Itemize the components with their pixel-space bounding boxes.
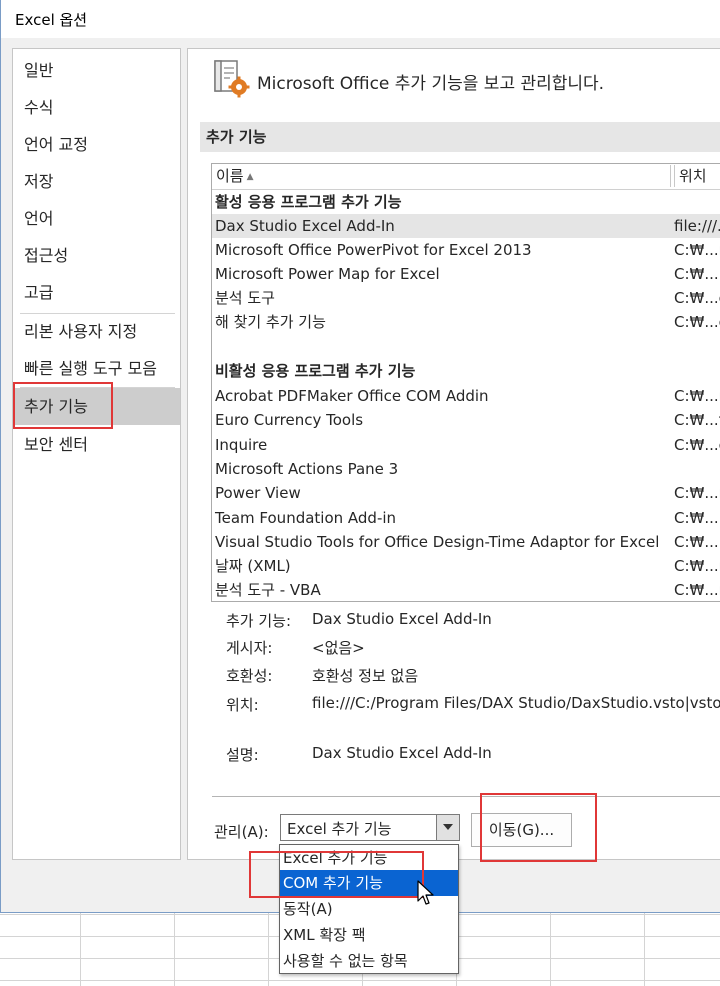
highlight-box-go-button — [480, 793, 597, 862]
detail-addin: 추가 기능: Dax Studio Excel Add-In — [226, 610, 492, 631]
addins-panel: Microsoft Office 추가 기능을 보고 관리합니다. 추가 기능 … — [187, 48, 720, 860]
page-heading: Microsoft Office 추가 기능을 보고 관리합니다. — [257, 74, 605, 94]
row-name: Euro Currency Tools — [215, 411, 364, 429]
table-row[interactable]: Microsoft Power Map for Excel C:₩...Po — [212, 262, 720, 286]
nav-item-save[interactable]: 저장 — [13, 163, 180, 200]
row-name: Visual Studio Tools for Office Design-Ti… — [215, 533, 660, 551]
row-name: 분석 도구 - VBA — [215, 581, 321, 599]
table-row[interactable]: Inquire C:₩...cr — [212, 433, 720, 457]
row-name: Power View — [215, 484, 301, 502]
manage-dropdown[interactable]: Excel 추가 기능 — [280, 814, 460, 841]
dropdown-arrow-button[interactable] — [436, 815, 459, 840]
row-location: C:₩...r — [674, 484, 720, 502]
detail-value: Dax Studio Excel Add-In — [312, 744, 492, 762]
table-row[interactable]: Microsoft Office PowerPivot for Excel 20… — [212, 238, 720, 262]
nav-item-trust-center[interactable]: 보안 센터 — [13, 426, 180, 463]
row-location: C:₩...ro — [674, 581, 720, 599]
detail-value: file:///C:/Program Files/DAX Studio/DaxS… — [312, 694, 720, 712]
row-name: Acrobat PDFMaker Office COM Addin — [215, 387, 489, 405]
group-title: 비활성 응용 프로그램 추가 기능 — [215, 362, 416, 380]
detail-publisher: 게시자: <없음> — [226, 637, 365, 658]
nav-item-customize-ribbon[interactable]: 리본 사용자 지정 — [13, 313, 180, 350]
table-row[interactable]: Power View C:₩...r — [212, 481, 720, 505]
chevron-down-icon — [443, 824, 453, 830]
section-title: 추가 기능 — [200, 122, 720, 152]
row-location: file:///... — [674, 217, 720, 235]
manage-dropdown-value: Excel 추가 기능 — [287, 820, 392, 838]
row-location: C:₩...cr — [674, 436, 720, 454]
detail-label: 위치: — [226, 696, 259, 714]
row-name: Inquire — [215, 436, 268, 454]
row-location: C:₩...e — [674, 313, 720, 331]
detail-description: 설명: Dax Studio Excel Add-In — [226, 744, 492, 765]
row-name: Microsoft Actions Pane 3 — [215, 460, 399, 478]
nav-item-accessibility[interactable]: 접근성 — [13, 237, 180, 274]
title-bar: Excel 옵션 — [1, 0, 720, 38]
addins-gear-icon — [214, 60, 250, 98]
highlight-box-com-option — [249, 851, 424, 898]
nav-item-proofing[interactable]: 언어 교정 — [13, 126, 180, 163]
mouse-pointer-icon — [417, 880, 434, 905]
table-row[interactable]: Acrobat PDFMaker Office COM Addin C:₩...r… — [212, 384, 720, 408]
sort-ascending-icon: ▲ — [246, 172, 254, 182]
row-location: C:₩...m — [674, 557, 720, 575]
table-row[interactable]: 해 찾기 추가 기능 C:₩...e — [212, 310, 720, 334]
dropdown-option-disabled-items[interactable]: 사용할 수 없는 항목 — [280, 948, 458, 974]
group-title: 활성 응용 프로그램 추가 기능 — [215, 193, 402, 211]
row-location: C:₩...e — [674, 289, 720, 307]
row-location: C:₩...t — [674, 411, 720, 429]
addins-list[interactable]: 이름 ▲ 위치 활성 응용 프로그램 추가 기능 Dax Studio Excel… — [211, 163, 720, 602]
detail-label: 설명: — [226, 746, 259, 764]
table-row[interactable]: 날짜 (XML) C:₩...m — [212, 554, 720, 578]
row-name: 날짜 (XML) — [215, 557, 291, 575]
group-header-active: 활성 응용 프로그램 추가 기능 — [212, 190, 720, 214]
nav-item-advanced[interactable]: 고급 — [13, 274, 180, 311]
excel-options-dialog: Excel 옵션 일반 수식 언어 교정 저장 언어 접근성 고급 리본 사용자… — [0, 0, 720, 913]
table-row[interactable]: 분석 도구 C:₩...e — [212, 286, 720, 310]
highlight-box-addins-nav — [13, 382, 113, 429]
row-name: Dax Studio Excel Add-In — [215, 217, 395, 235]
manage-label: 관리(A): — [214, 823, 269, 841]
row-name: Microsoft Office PowerPivot for Excel 20… — [215, 241, 532, 259]
nav-item-language[interactable]: 언어 — [13, 200, 180, 237]
detail-location: 위치: file:///C:/Program Files/DAX Studio/D… — [226, 694, 720, 715]
column-name-label: 이름 — [216, 167, 244, 185]
row-location: C:₩...rP — [674, 241, 720, 259]
detail-value: 호환성 정보 없음 — [312, 667, 419, 685]
window-title: Excel 옵션 — [15, 11, 88, 29]
detail-value: <없음> — [312, 639, 365, 657]
table-row[interactable]: Dax Studio Excel Add-In file:///... — [212, 214, 720, 238]
nav-item-formulas[interactable]: 수식 — [13, 89, 180, 126]
detail-label: 호환성: — [226, 667, 273, 685]
group-header-inactive: 비활성 응용 프로그램 추가 기능 — [212, 359, 720, 383]
table-row[interactable]: Microsoft Actions Pane 3 — [212, 457, 720, 481]
column-header-location[interactable]: 위치 — [674, 165, 720, 187]
table-row[interactable]: Euro Currency Tools C:₩...t — [212, 408, 720, 432]
row-name: Team Foundation Add-in — [215, 509, 397, 527]
table-row[interactable]: Team Foundation Add-in C:₩... F — [212, 506, 720, 530]
detail-compatibility: 호환성: 호환성 정보 없음 — [226, 665, 418, 686]
row-location: C:₩... F — [674, 509, 720, 527]
detail-value: Dax Studio Excel Add-In — [312, 610, 492, 628]
list-header: 이름 ▲ 위치 — [212, 164, 720, 190]
row-name: 분석 도구 — [215, 289, 275, 307]
divider — [212, 796, 720, 797]
detail-label: 추가 기능: — [226, 612, 292, 630]
dropdown-option-xml-expansion[interactable]: XML 확장 팩 — [280, 922, 458, 948]
table-row[interactable]: 분석 도구 - VBA C:₩...ro — [212, 578, 720, 601]
detail-label: 게시자: — [226, 639, 273, 657]
row-location: C:₩...Po — [674, 265, 720, 283]
options-nav: 일반 수식 언어 교정 저장 언어 접근성 고급 리본 사용자 지정 빠른 실행… — [12, 48, 181, 860]
row-name: Microsoft Power Map for Excel — [215, 265, 440, 283]
nav-item-general[interactable]: 일반 — [13, 52, 180, 89]
row-name: 해 찾기 추가 기능 — [215, 313, 326, 331]
table-row[interactable]: Visual Studio Tools for Office Design-Ti… — [212, 530, 720, 554]
row-location: C:₩...ro — [674, 387, 720, 405]
row-location: C:₩...l — [674, 533, 720, 551]
column-header-name[interactable]: 이름 ▲ — [213, 165, 671, 187]
